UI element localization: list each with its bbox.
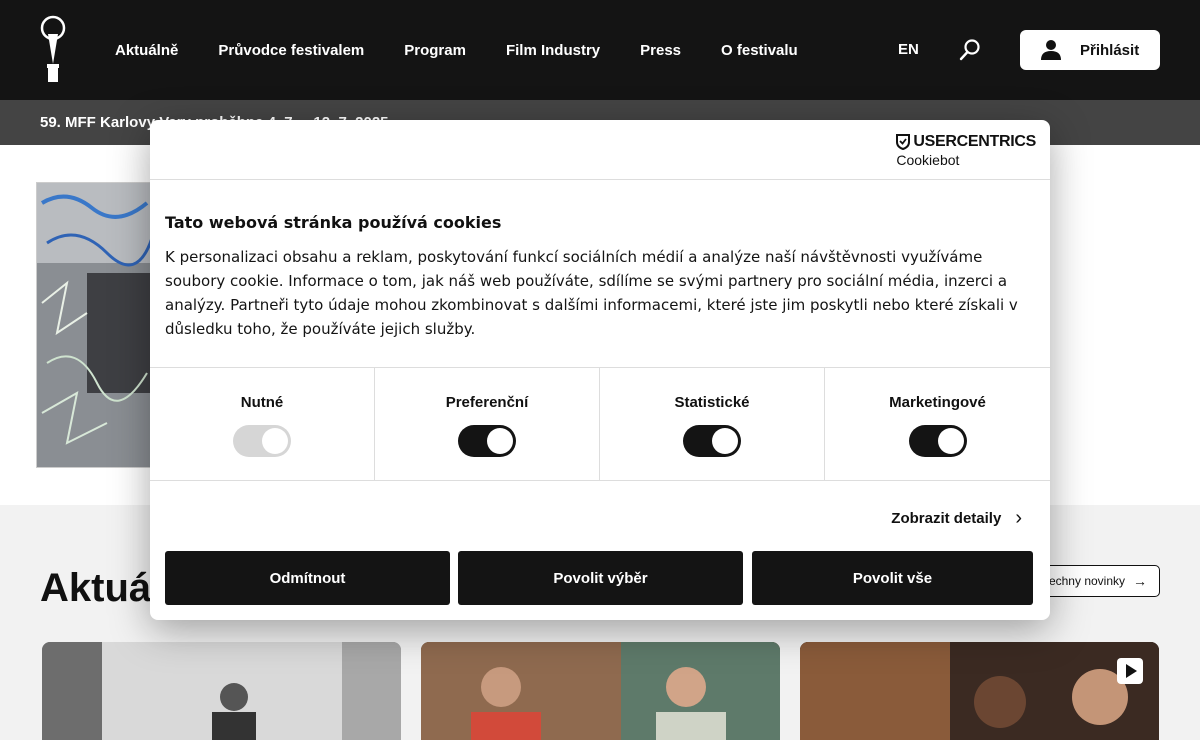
cookie-dialog-header: USERCENTRICS Cookiebot (150, 120, 1050, 180)
festival-logo-icon[interactable] (36, 14, 70, 86)
chevron-right-icon: › (1015, 507, 1022, 529)
category-label: Preferenční (445, 394, 529, 411)
nav-program[interactable]: Program (404, 42, 466, 59)
arrow-right-icon: → (1133, 573, 1147, 589)
category-marketingove: Marketingové (825, 368, 1050, 480)
nav-pruvodce-festivalem[interactable]: Průvodce festivalem (218, 42, 364, 59)
main-nav: Aktuálně Průvodce festivalem Program Fil… (115, 0, 838, 100)
login-button[interactable]: Přihlásit (1020, 30, 1160, 70)
category-statisticke: Statistické (600, 368, 825, 480)
show-details-link[interactable]: Zobrazit detaily › (891, 507, 1022, 530)
cookie-categories: Nutné Preferenční Statistické Marketingo… (150, 368, 1050, 481)
cookie-dialog-text: K personalizaci obsahu a reklam, poskyto… (165, 248, 1018, 338)
language-switch[interactable]: EN (898, 41, 919, 58)
decline-button[interactable]: Odmítnout (165, 551, 450, 605)
news-card-image (800, 642, 1159, 740)
usercentrics-brand[interactable]: USERCENTRICS Cookiebot (896, 133, 1036, 168)
cookie-actions: Odmítnout Povolit výběr Povolit vše (165, 551, 1033, 605)
nav-aktualne[interactable]: Aktuálně (115, 42, 178, 59)
cookie-dialog-body: Tato webová stránka používá cookies K pe… (150, 180, 1050, 368)
nav-film-industry[interactable]: Film Industry (506, 42, 600, 59)
brand-product: Cookiebot (896, 152, 960, 168)
show-details-label: Zobrazit detaily (891, 510, 1002, 527)
shield-icon (896, 134, 911, 150)
category-label: Statistické (674, 394, 750, 411)
cookie-dialog-title: Tato webová stránka používá cookies (165, 213, 502, 232)
nav-press[interactable]: Press (640, 42, 681, 59)
category-label: Marketingové (889, 394, 986, 411)
details-row: Zobrazit detaily › (150, 481, 1050, 550)
search-icon[interactable] (958, 38, 982, 62)
cookie-consent-dialog: USERCENTRICS Cookiebot Tato webová strán… (150, 120, 1050, 620)
news-card[interactable] (42, 642, 401, 740)
play-icon[interactable] (1117, 658, 1143, 684)
allow-selection-button[interactable]: Povolit výběr (458, 551, 743, 605)
nav-o-festivalu[interactable]: O festivalu (721, 42, 798, 59)
news-card[interactable] (800, 642, 1159, 740)
category-preferencni: Preferenční (375, 368, 600, 480)
user-icon (1041, 40, 1061, 60)
toggle-preferencni[interactable] (458, 425, 516, 457)
category-nutne: Nutné (150, 368, 375, 480)
toggle-statisticke[interactable] (683, 425, 741, 457)
toggle-nutne (233, 425, 291, 457)
news-card-image (42, 642, 401, 740)
site-header: Aktuálně Průvodce festivalem Program Fil… (0, 0, 1200, 100)
hero-image (36, 182, 156, 468)
login-label: Přihlásit (1080, 41, 1140, 59)
news-card-image (421, 642, 780, 740)
category-label: Nutné (240, 394, 284, 411)
hero-graffiti-image (37, 183, 155, 467)
news-card[interactable] (421, 642, 780, 740)
allow-all-button[interactable]: Povolit vše (752, 551, 1033, 605)
toggle-marketingove[interactable] (908, 425, 967, 457)
brand-name: USERCENTRICS (913, 133, 1036, 150)
